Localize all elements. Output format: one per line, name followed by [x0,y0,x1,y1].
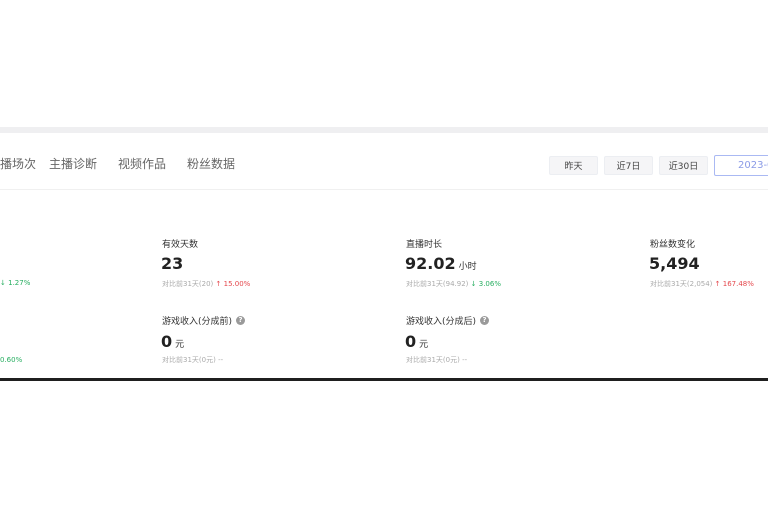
live-duration-label: 直播时长 [406,240,443,250]
valid-days-value: 23 [161,254,184,273]
last-7-days-button[interactable]: 近7日 [604,156,653,175]
left-cut-change-2: 0.60% [0,356,23,364]
valid-days-label: 有效天数 [162,240,199,250]
tab-fans-data[interactable]: 粉丝数据 [187,155,235,172]
help-icon[interactable]: ? [236,316,246,325]
tab-live-sessions[interactable]: 播场次 [0,155,36,172]
game-income-post-value: 0元 [405,332,429,351]
left-cut-change-1: ↓ 1.27% [0,279,31,287]
arrow-up-icon: ↑ [714,280,723,288]
live-duration-value: 92.02 小时 [405,254,477,273]
fans-change-compare: 对比前31天(2,054) ↑ 167.48% [650,280,754,288]
game-income-post-compare: 对比前31天(0元) -- [406,356,468,364]
fans-change-value: 5,494 [649,254,700,273]
game-income-pre-value: 0元 [161,332,185,351]
game-income-pre-compare: 对比前31天(0元) -- [162,356,224,364]
tab-streamer-diagnosis[interactable]: 主播诊断 [49,155,97,172]
game-income-pre-label: 游戏收入(分成前)? [162,314,246,327]
fans-change-label: 粉丝数变化 [650,240,696,250]
arrow-down-icon: ↓ [470,280,479,288]
game-income-post-label: 游戏收入(分成后)? [406,314,490,327]
live-duration-compare: 对比前31天(94.92) ↓ 3.06% [406,280,501,288]
bottom-border [0,378,768,381]
tab-video-works[interactable]: 视频作品 [118,155,166,172]
date-range-value: 2023-0 [738,160,768,171]
live-data-panel: 播场次 主播诊断 视频作品 粉丝数据 昨天 近7日 近30日 2023-0 ↓ … [0,133,768,380]
date-range-picker[interactable]: 2023-0 [714,155,768,176]
arrow-up-icon: ↑ [215,280,224,288]
last-30-days-button[interactable]: 近30日 [659,156,708,175]
yesterday-button[interactable]: 昨天 [549,156,598,175]
valid-days-compare: 对比前31天(20) ↑ 15.00% [162,280,251,288]
help-icon[interactable]: ? [480,316,490,325]
arrow-down-icon: ↓ [0,279,6,287]
tab-bar: 播场次 主播诊断 视频作品 粉丝数据 昨天 近7日 近30日 2023-0 [0,133,768,190]
